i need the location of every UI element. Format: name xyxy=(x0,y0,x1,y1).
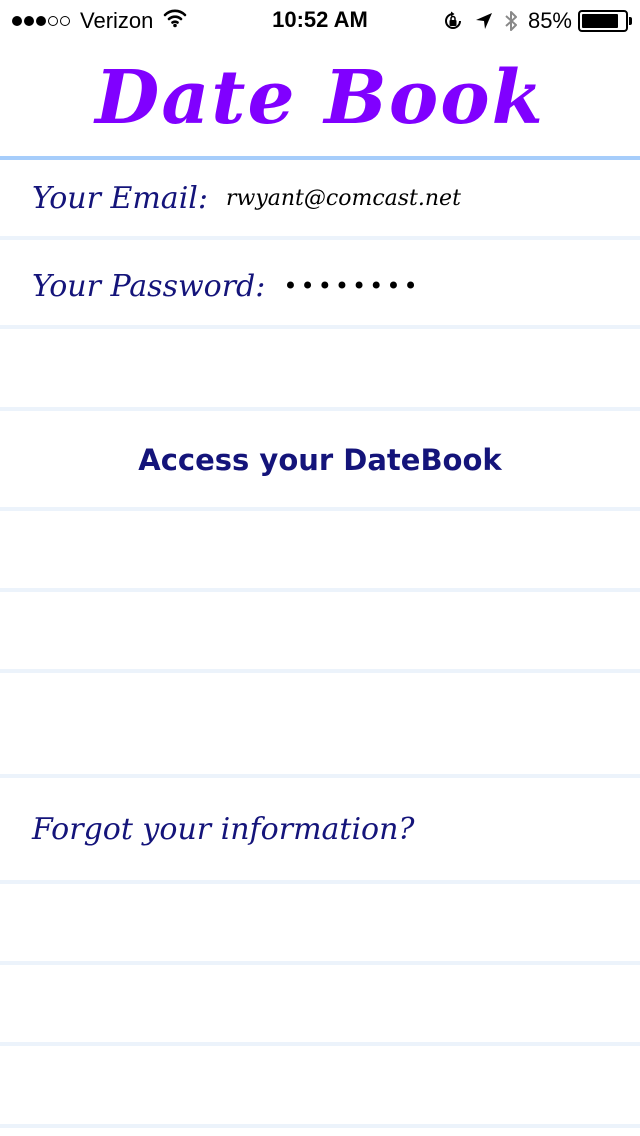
status-bar: Verizon 10:52 AM 85% xyxy=(0,0,640,40)
email-field[interactable] xyxy=(226,178,526,218)
notebook-line xyxy=(0,961,640,965)
notebook-line xyxy=(0,669,640,673)
app-title: Date Book xyxy=(95,55,545,141)
orientation-lock-icon xyxy=(442,10,464,32)
forgot-information-link[interactable]: Forgot your information? xyxy=(32,800,415,860)
email-label: Your Email: xyxy=(32,180,208,216)
notebook-line xyxy=(0,588,640,592)
location-arrow-icon xyxy=(474,11,494,31)
notebook-line xyxy=(0,880,640,884)
battery-percent: 85% xyxy=(527,8,572,33)
email-row: Your Email: xyxy=(32,168,526,228)
password-label: Your Password: xyxy=(32,268,266,304)
notebook-line xyxy=(0,1042,640,1046)
notebook-line xyxy=(0,774,640,778)
status-bar-right: 85% xyxy=(432,8,632,34)
notebook-line xyxy=(0,1124,640,1128)
header-divider xyxy=(0,156,640,160)
password-field[interactable] xyxy=(283,266,544,306)
notebook-line xyxy=(0,236,640,240)
battery-icon xyxy=(578,10,632,32)
access-datebook-button[interactable]: Access your DateBook xyxy=(0,412,640,508)
notebook-line xyxy=(0,407,640,411)
battery-fill xyxy=(582,14,618,28)
bluetooth-icon xyxy=(504,9,518,33)
password-row: Your Password: xyxy=(32,256,544,316)
notebook-line xyxy=(0,325,640,329)
